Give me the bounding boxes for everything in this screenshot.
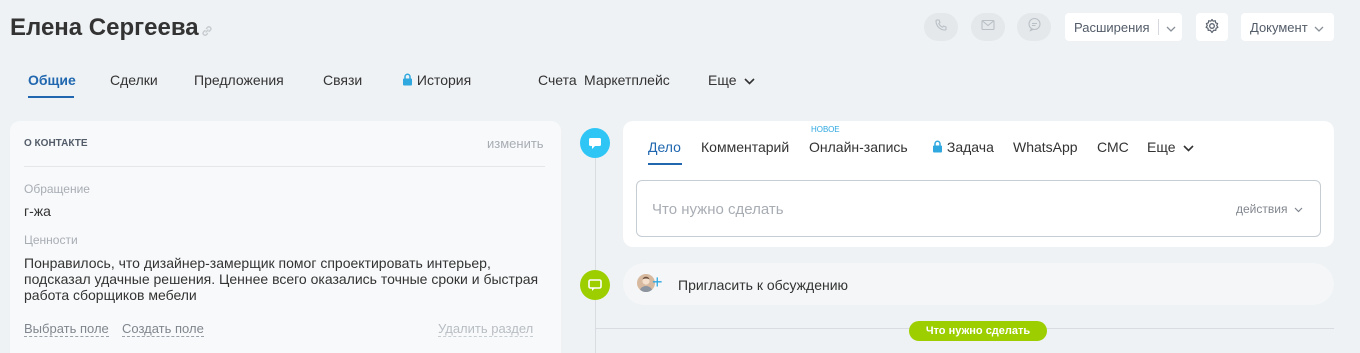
chevron-down-icon[interactable] bbox=[1166, 20, 1176, 35]
editor-tab-more-label: Еще bbox=[1147, 139, 1176, 155]
phone-icon bbox=[934, 18, 948, 37]
comment-icon bbox=[580, 270, 610, 300]
settings-button[interactable] bbox=[1196, 13, 1228, 41]
editor-tab-more[interactable]: Еще bbox=[1147, 139, 1194, 155]
todo-pill: Что нужно сделать bbox=[909, 321, 1047, 341]
invite-label: Пригласить к обсуждению bbox=[678, 277, 849, 293]
tab-quotes[interactable]: Предложения bbox=[194, 72, 284, 88]
contact-card bbox=[10, 121, 561, 353]
call-button[interactable] bbox=[924, 13, 958, 41]
tab-history[interactable]: История bbox=[402, 72, 471, 88]
field-label: Обращение bbox=[24, 182, 90, 196]
separator bbox=[1157, 19, 1159, 35]
editor-tab-sms[interactable]: СМС bbox=[1097, 139, 1129, 155]
tab-history-label: История bbox=[416, 72, 472, 88]
page-title: Елена Сергеева bbox=[10, 14, 199, 41]
document-label: Документ bbox=[1250, 19, 1308, 35]
field-value: г-жа bbox=[24, 203, 51, 219]
editor-tab-task[interactable]: Задача bbox=[932, 139, 994, 155]
choose-field-link[interactable]: Выбрать поле bbox=[24, 321, 109, 337]
section-title: О КОНТАКТЕ bbox=[24, 138, 88, 149]
activity-icon bbox=[580, 128, 610, 158]
tab-general[interactable]: Общие bbox=[28, 72, 76, 88]
actions-label: действия bbox=[1236, 202, 1288, 216]
tab-more-label: Еще bbox=[708, 72, 737, 88]
mail-icon bbox=[981, 18, 995, 36]
active-tab-indicator bbox=[648, 163, 682, 165]
chevron-down-icon bbox=[1314, 20, 1324, 35]
tab-invoices[interactable]: Счета bbox=[538, 72, 577, 88]
active-tab-indicator bbox=[28, 96, 74, 98]
editor-tab-comment[interactable]: Комментарий bbox=[701, 139, 789, 155]
editor-tab-activity[interactable]: Дело bbox=[648, 139, 681, 155]
lock-icon bbox=[402, 72, 417, 88]
editor-tab-online-booking[interactable]: Онлайн-запись bbox=[809, 139, 908, 155]
document-button[interactable]: Документ bbox=[1241, 13, 1334, 41]
email-button[interactable] bbox=[971, 13, 1005, 41]
tab-deals[interactable]: Сделки bbox=[110, 72, 158, 88]
timeline-line bbox=[595, 150, 596, 353]
tab-relations[interactable]: Связи bbox=[323, 72, 362, 88]
extensions-label: Расширения bbox=[1074, 19, 1150, 35]
new-badge: НОВОЕ bbox=[811, 125, 840, 134]
editor-tab-whatsapp[interactable]: WhatsApp bbox=[1013, 139, 1078, 155]
lock-icon bbox=[932, 139, 947, 155]
gear-icon bbox=[1204, 18, 1220, 37]
tab-marketplace[interactable]: Маркетплейс bbox=[584, 72, 670, 88]
delete-section-link[interactable]: Удалить раздел bbox=[438, 321, 534, 337]
extensions-button[interactable]: Расширения bbox=[1065, 13, 1182, 41]
chat-icon bbox=[1027, 17, 1042, 37]
editor-tab-task-label: Задача bbox=[946, 139, 994, 155]
chevron-down-icon bbox=[1291, 202, 1303, 216]
edit-section-link[interactable]: изменить bbox=[487, 136, 544, 151]
tab-more[interactable]: Еще bbox=[708, 72, 755, 88]
actions-dropdown[interactable]: действия bbox=[1236, 202, 1303, 216]
chat-button[interactable] bbox=[1017, 13, 1051, 41]
link-icon[interactable] bbox=[200, 24, 214, 43]
divider bbox=[24, 166, 545, 167]
field-value: Понравилось, что дизайнер-замерщик помог… bbox=[24, 255, 539, 303]
plus-icon: + bbox=[652, 272, 663, 292]
chevron-down-icon bbox=[740, 72, 755, 88]
activity-input-placeholder: Что нужно сделать bbox=[652, 201, 784, 218]
field-label: Ценности bbox=[24, 233, 78, 247]
chevron-down-icon bbox=[1179, 139, 1194, 155]
create-field-link[interactable]: Создать поле bbox=[122, 321, 204, 337]
